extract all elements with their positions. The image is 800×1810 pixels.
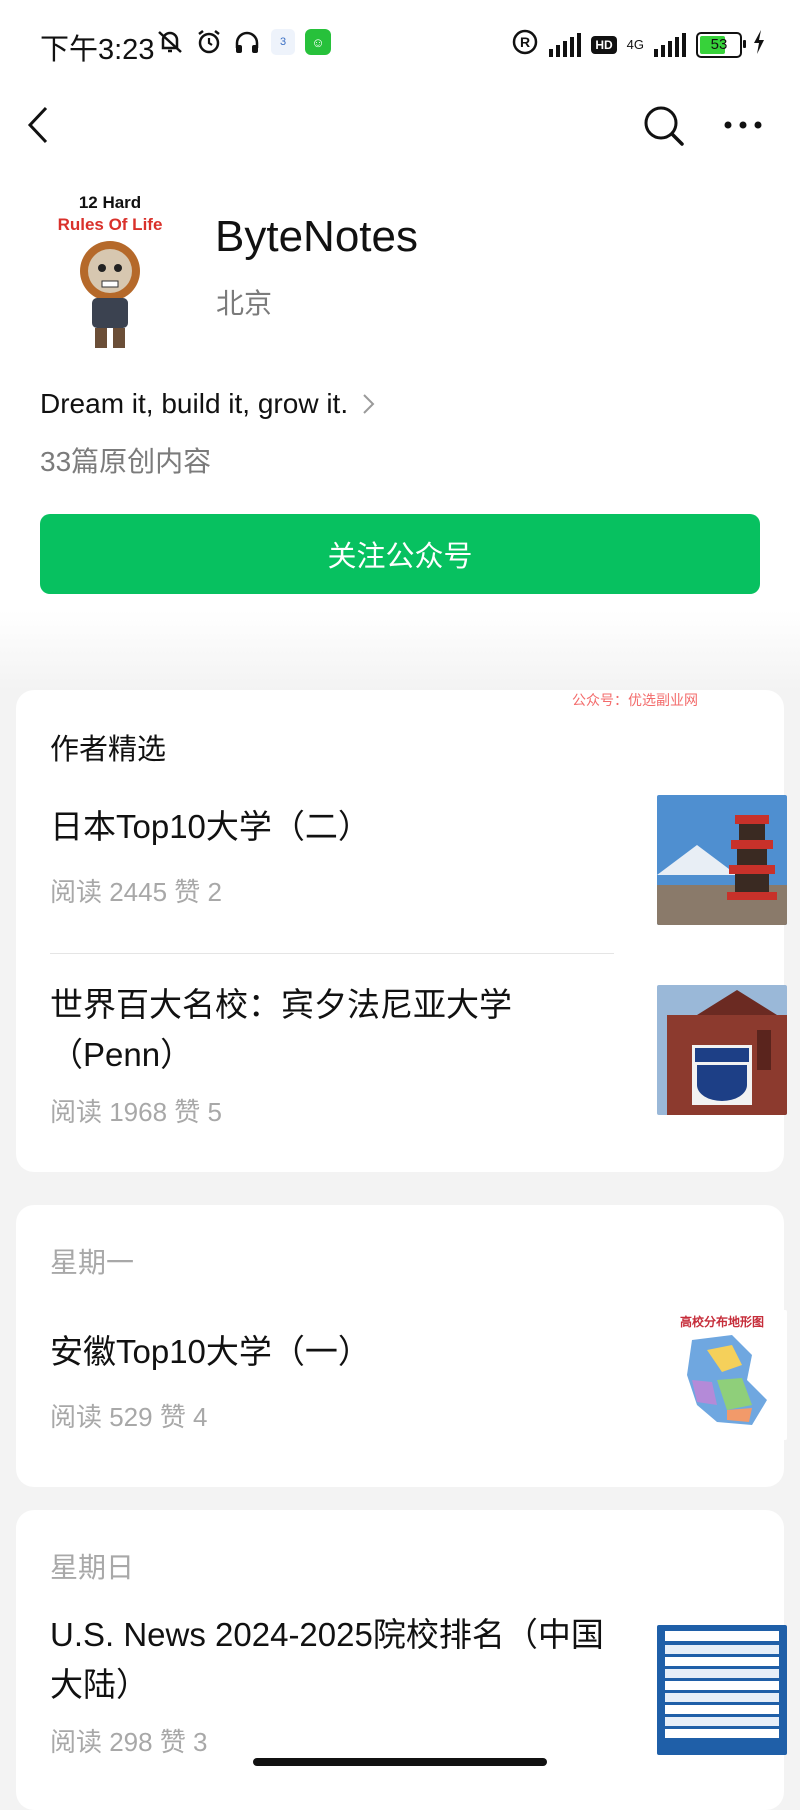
article-title: U.S. News 2024-2025院校排名（中国大陆） <box>50 1616 604 1703</box>
hd-badge: HD <box>591 35 617 54</box>
featured-card: 公众号：优选副业网 作者精选 日本Top10大学（二） 阅读 2445 赞 2 … <box>16 690 787 1172</box>
status-icons-right: R HD 4G 53 <box>511 28 766 61</box>
more-icon <box>724 121 762 129</box>
back-button[interactable] <box>22 102 62 148</box>
penn-building-image <box>657 985 787 1115</box>
account-slogan[interactable]: Dream it, build it, grow it. <box>40 388 376 420</box>
article-item[interactable]: 安徽Top10大学（一） 阅读 529 赞 4 高校分布地形图 <box>50 1305 787 1465</box>
article-item[interactable]: U.S. News 2024-2025院校排名（中国大陆） 阅读 298 赞 3 <box>50 1610 787 1810</box>
chevron-left-icon <box>27 106 48 144</box>
charging-icon <box>752 29 766 60</box>
signal-icon-2 <box>654 32 686 57</box>
app-notification-icon: ☺ <box>305 29 331 55</box>
anhui-map-image: 高校分布地形图 <box>657 1310 787 1440</box>
article-title: 安徽Top10大学（一） <box>50 1333 371 1370</box>
search-button[interactable] <box>640 102 686 148</box>
mute-icon <box>155 28 185 56</box>
status-icons-left: 3 ☺ <box>155 28 331 56</box>
section-title-monday: 星期一 <box>50 1247 135 1278</box>
headphones-icon <box>233 28 261 56</box>
article-item[interactable]: 日本Top10大学（二） 阅读 2445 赞 2 <box>50 790 787 930</box>
follow-button[interactable]: 关注公众号 <box>40 514 760 594</box>
account-name: ByteNotes <box>215 212 418 261</box>
more-button[interactable] <box>720 102 766 148</box>
thumb-caption: 高校分布地形图 <box>680 1314 764 1329</box>
article-meta: 阅读 298 赞 3 <box>50 1727 208 1757</box>
registered-icon: R <box>511 28 539 61</box>
alarm-icon <box>195 28 223 56</box>
chevron-right-icon <box>363 394 375 414</box>
account-location: 北京 <box>216 288 273 319</box>
svg-text:R: R <box>520 34 530 50</box>
section-title-sunday: 星期日 <box>50 1552 135 1583</box>
status-time: 下午3:23 <box>40 34 155 66</box>
avatar-text-2: Rules Of Life <box>58 215 163 234</box>
article-thumbnail <box>657 1625 787 1755</box>
home-indicator[interactable] <box>253 1758 547 1766</box>
calendar-app-icon: 3 <box>271 29 295 55</box>
header-fade <box>0 610 800 690</box>
article-meta: 阅读 2445 赞 2 <box>50 877 222 907</box>
article-meta: 阅读 1968 赞 5 <box>50 1097 222 1127</box>
status-bar: 下午3:23 3 ☺ R HD 4G 53 <box>0 0 800 90</box>
top-nav <box>0 90 800 160</box>
pagoda-mountain-image <box>657 795 787 925</box>
article-item[interactable]: 世界百大名校：宾夕法尼亚大学（Penn） 阅读 1968 赞 5 <box>50 980 787 1150</box>
avatar-image: 12 Hard Rules Of Life <box>42 186 172 356</box>
section-title-featured: 作者精选 <box>50 734 167 766</box>
article-thumbnail <box>657 985 787 1115</box>
account-avatar[interactable]: 12 Hard Rules Of Life <box>42 186 172 356</box>
signal-icon-1 <box>549 32 582 57</box>
article-title: 日本Top10大学（二） <box>50 808 371 845</box>
article-title: 世界百大名校：宾夕法尼亚大学（Penn） <box>50 986 512 1073</box>
original-count: 33篇原创内容 <box>40 446 212 477</box>
monday-card: 星期一 安徽Top10大学（一） 阅读 529 赞 4 高校分布地形图 <box>16 1205 787 1487</box>
article-thumbnail <box>657 795 787 925</box>
battery-level: 53 <box>710 36 728 53</box>
network-type: 4G <box>626 36 644 52</box>
battery-icon: 53 <box>696 31 746 58</box>
article-meta: 阅读 529 赞 4 <box>50 1402 208 1432</box>
article-divider <box>50 953 614 954</box>
slogan-text: Dream it, build it, grow it. <box>40 388 349 419</box>
article-thumbnail: 高校分布地形图 <box>657 1310 787 1440</box>
ranking-table-image <box>657 1625 787 1755</box>
watermark-text: 公众号：优选副业网 <box>572 692 698 708</box>
search-icon <box>644 106 684 146</box>
avatar-text-1: 12 Hard <box>79 193 141 212</box>
